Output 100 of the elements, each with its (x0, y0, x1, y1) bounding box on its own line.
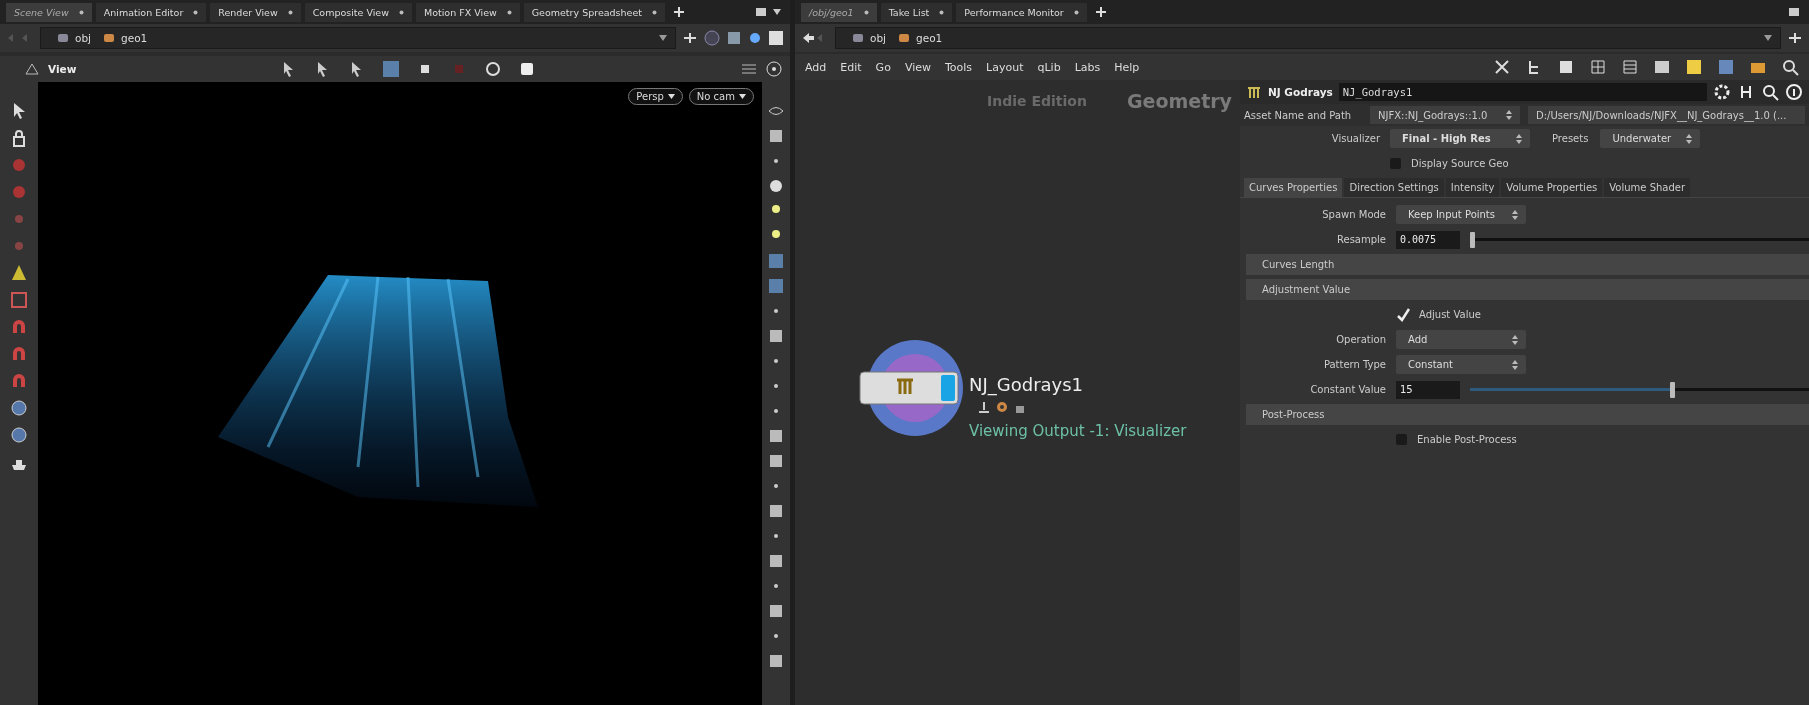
globe-icon[interactable] (8, 397, 30, 419)
pane-tab[interactable]: Motion FX View (416, 2, 520, 22)
visualizer-menu[interactable]: Final - High Res (1390, 129, 1530, 148)
path-field[interactable]: obj geo1 (835, 27, 1781, 49)
sticky-note-icon[interactable] (1685, 58, 1703, 76)
pane-menu-icon[interactable] (1789, 7, 1801, 17)
asset-path-button[interactable]: D:/Users/NJ/Downloads/NJFX__NJ_Godrays__1.0 (... (1528, 106, 1805, 124)
spinner-arrows-icon (1516, 132, 1522, 145)
pane-tab[interactable]: Composite View (304, 2, 412, 22)
close-icon[interactable] (863, 9, 869, 15)
close-icon[interactable] (939, 9, 945, 15)
dropdown-menu[interactable]: Add (1396, 330, 1526, 349)
dropdown-caret-icon[interactable] (1764, 35, 1772, 41)
path-segment[interactable]: obj (870, 32, 886, 44)
square-icon[interactable] (768, 30, 784, 46)
display-options-icon[interactable] (740, 61, 758, 77)
viewport[interactable]: Persp No cam (38, 82, 762, 705)
close-icon[interactable] (652, 9, 657, 15)
checkbox-label: Adjust Value (1419, 309, 1481, 320)
folder-header[interactable]: Curves Length (1246, 254, 1809, 275)
sphere-icon[interactable] (767, 177, 785, 195)
network-box-icon[interactable] (1717, 58, 1735, 76)
pane-tab[interactable]: Render View (210, 2, 301, 22)
close-icon[interactable] (506, 9, 512, 15)
number-field[interactable]: 15 (1396, 380, 1460, 399)
number-field[interactable]: 0.0075 (1396, 230, 1460, 249)
path-segment[interactable]: geo1 (121, 32, 148, 44)
slider-handle[interactable] (1670, 381, 1676, 398)
path-field[interactable]: obj geo1 (40, 27, 676, 49)
menu-item[interactable]: Help (1114, 60, 1140, 74)
help-icon[interactable] (766, 61, 782, 77)
parameter-tab[interactable]: Curves Properties (1244, 178, 1343, 197)
tools-icon[interactable] (1493, 58, 1511, 76)
parameter-tab[interactable]: Direction Settings (1344, 178, 1444, 197)
close-icon[interactable] (1073, 9, 1079, 15)
add-tab-icon[interactable] (1094, 6, 1107, 18)
checkbox[interactable] (1396, 434, 1407, 445)
menu-item[interactable]: View (904, 60, 931, 74)
node-name-field[interactable]: NJ_Godrays1 (1338, 83, 1707, 101)
close-icon[interactable] (193, 9, 199, 15)
pane-tab[interactable]: Take List (880, 2, 953, 22)
pane-tab[interactable]: Geometry Spreadsheet (523, 2, 665, 22)
spinner-arrows-icon (1512, 208, 1518, 221)
menu-item[interactable]: Edit (840, 60, 862, 74)
pane-tab[interactable]: Performance Monitor (956, 2, 1087, 22)
asset-name-menu[interactable]: NJFX::NJ_Godrays::1.0 (1370, 106, 1520, 124)
globe-icon[interactable] (8, 424, 30, 446)
dropdown-menu[interactable]: Constant (1396, 355, 1526, 374)
settings-icon[interactable] (1713, 83, 1731, 101)
field-label: Spawn Mode (1321, 209, 1386, 220)
menu-item[interactable]: Layout (986, 60, 1024, 74)
pin-icon[interactable] (1787, 31, 1803, 45)
presets-menu[interactable]: Underwater (1600, 129, 1701, 148)
checkbox[interactable] (1390, 158, 1401, 169)
dropdown-menu[interactable]: Keep Input Points (1396, 205, 1526, 224)
view-menu[interactable]: No cam (688, 88, 754, 105)
close-icon[interactable] (78, 9, 84, 15)
search-icon[interactable] (1781, 58, 1799, 76)
field-label: Resample (1336, 234, 1386, 245)
parameter-tab[interactable]: Volume Shader (1604, 178, 1691, 197)
menu-item[interactable]: Tools (945, 60, 973, 74)
spinner-arrows-icon (1506, 109, 1512, 121)
globe-icon[interactable] (484, 60, 503, 78)
folder-header[interactable]: Post-Process (1246, 404, 1809, 425)
pane-tab[interactable]: Scene View (6, 2, 92, 22)
folder-header[interactable]: Adjustment Value (1246, 279, 1809, 300)
field-label: Constant Value (1309, 384, 1386, 395)
dropdown-caret-icon[interactable] (659, 35, 667, 41)
spinner-arrows-icon (1512, 358, 1518, 371)
checkbox-label: Display Source Geo (1411, 158, 1509, 169)
gear-icon[interactable] (995, 400, 1009, 414)
node-name[interactable]: NJ_Godrays1 (969, 374, 1084, 395)
menu-item[interactable]: Add (805, 60, 827, 74)
pane-tab[interactable]: Animation Editor (95, 2, 207, 22)
caret-icon (667, 94, 675, 99)
view-menu[interactable]: Persp (628, 88, 683, 105)
field-label: Presets (1552, 133, 1589, 144)
path-segment[interactable]: obj (75, 32, 91, 44)
checkbox-tick-icon[interactable] (1396, 307, 1410, 322)
info-icon[interactable] (1785, 83, 1803, 101)
caret-icon (739, 94, 746, 99)
close-icon[interactable] (287, 9, 293, 15)
field-label: Operation (1335, 334, 1386, 345)
parameter-tab[interactable]: Intensity (1445, 178, 1500, 197)
menu-item[interactable]: Labs (1074, 60, 1101, 74)
menu-item[interactable]: Go (875, 60, 891, 74)
edition-label: Indie Edition (987, 93, 1087, 109)
pane-menu-icon[interactable] (756, 7, 782, 17)
search-icon[interactable] (1761, 83, 1779, 101)
close-icon[interactable] (399, 9, 404, 15)
node-box[interactable] (859, 371, 959, 405)
parameter-tab[interactable]: Volume Properties (1501, 178, 1603, 197)
add-tab-icon[interactable] (673, 6, 685, 18)
sphere-icon[interactable] (748, 31, 762, 45)
pin-icon[interactable] (682, 31, 698, 45)
menu-item[interactable]: qLib (1037, 60, 1061, 74)
path-segment[interactable]: geo1 (916, 32, 943, 44)
viewer-icon[interactable] (24, 62, 40, 76)
slider-handle[interactable] (1470, 231, 1476, 248)
pane-tab[interactable]: /obj/geo1 (801, 2, 877, 22)
